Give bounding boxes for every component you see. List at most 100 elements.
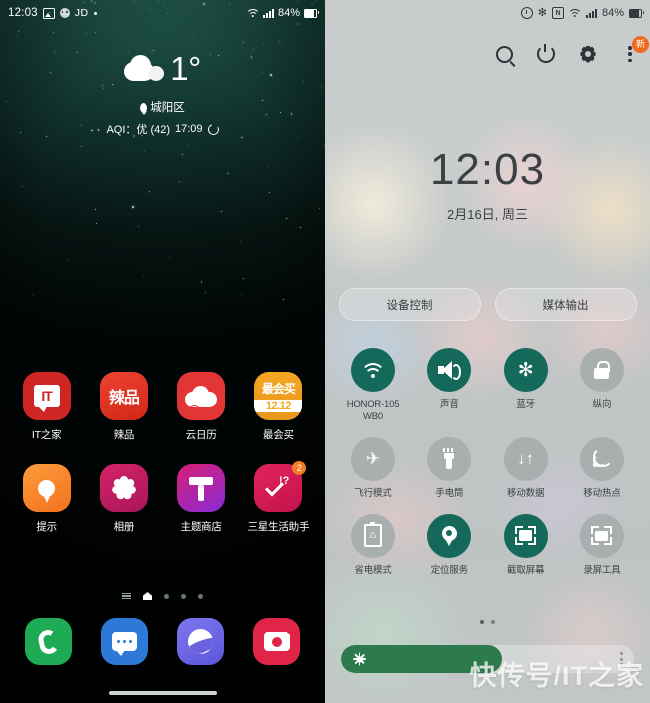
battery-percent-label: 84%	[601, 7, 624, 19]
wifi-tile-icon	[351, 348, 395, 392]
location-tile-icon	[427, 513, 472, 558]
app-label: 相册	[113, 521, 135, 533]
screen-recorder-tile-icon	[579, 513, 624, 558]
status-bar-right: 84%	[245, 7, 319, 19]
tile-row: HONOR-105 WB0 声音 ✻ 蓝牙 纵向	[339, 348, 636, 423]
navigation-handle[interactable]	[108, 691, 217, 695]
tile-portrait-lock[interactable]: 纵向	[568, 348, 636, 423]
tile-label: 录屏工具	[583, 564, 621, 576]
wifi-icon	[567, 8, 582, 18]
tile-label: HONOR-105 WB0	[339, 399, 407, 423]
cloud-calendar-icon	[177, 372, 226, 420]
watermark: 快传号/IT之家	[469, 661, 644, 691]
weather-temperature: 1°	[170, 49, 201, 87]
page-dot[interactable]	[181, 593, 186, 599]
dual-screenshot: 12:03 JD 84% 1° 城阳区 AQI：优 (42) 17:09 IT …	[0, 0, 650, 703]
weather-aqi-label: AQI：优 (42)	[106, 124, 171, 136]
more-options-icon	[628, 46, 632, 62]
app-tips[interactable]: 提示	[15, 464, 79, 534]
tile-label-line2: WB0	[363, 410, 383, 422]
new-badge: 新	[632, 36, 649, 53]
tile-screen-recorder[interactable]: 录屏工具	[568, 513, 636, 577]
app-theme-store[interactable]: 主题商店	[169, 464, 233, 534]
refresh-icon[interactable]	[205, 121, 221, 137]
app-cloud-calendar[interactable]: 云日历	[169, 372, 233, 442]
tile-sound[interactable]: 声音	[415, 348, 483, 423]
nfc-icon: N	[551, 7, 564, 19]
bluetooth-tile-icon: ✻	[503, 348, 548, 392]
quick-settings-tiles: HONOR-105 WB0 声音 ✻ 蓝牙 纵向 ✈ 飞行模式 手电筒 ↓↑ 移…	[325, 348, 650, 591]
page-dot[interactable]	[491, 620, 495, 624]
weather-aqi-row: AQI：优 (42) 17:09	[0, 121, 325, 137]
airplane-mode-tile-icon: ✈	[351, 436, 395, 481]
brightness-sun-icon	[353, 652, 366, 666]
status-bar-dot-icon	[93, 11, 97, 15]
tile-label: 手电筒	[435, 487, 464, 499]
zuihuimai-glyph: 最会买	[261, 382, 296, 396]
page-dot[interactable]	[198, 593, 203, 599]
tile-location[interactable]: 定位服务	[415, 513, 483, 577]
zuihuimai-sub: 12.12	[254, 400, 303, 412]
tile-label: 定位服务	[430, 564, 468, 576]
tile-label: 声音	[440, 399, 459, 410]
app-list-icon[interactable]	[122, 592, 131, 600]
face-icon	[59, 8, 70, 18]
signal-bars-icon	[262, 8, 274, 18]
app-zuihuimai[interactable]: 最会买 12.12 最会买	[246, 372, 310, 442]
page-dot[interactable]	[480, 620, 484, 624]
signal-bars-icon	[585, 8, 597, 18]
internet-browser-icon[interactable]	[177, 618, 225, 665]
page-dot[interactable]	[164, 593, 169, 599]
portrait-lock-tile-icon	[579, 348, 624, 392]
tile-label: 移动数据	[507, 487, 545, 499]
power-button[interactable]	[534, 42, 558, 66]
panel-clock[interactable]: 12:03 2月16日, 周三	[325, 148, 650, 223]
lapin-icon: 辣品	[99, 372, 148, 420]
app-label: 云日历	[185, 429, 217, 441]
quick-settings-panel: ✻ N 84% 新 12:03 2月16日, 周三 设备控制 媒体输出 HONO…	[325, 0, 650, 703]
app-label: 最会买	[262, 429, 294, 441]
app-row: IT IT之家 辣品 辣品 云日历 最会买 12.12 最会买	[0, 372, 325, 442]
battery-icon	[304, 8, 319, 18]
zuihuimai-icon: 最会买 12.12	[254, 372, 303, 420]
mobile-data-tile-icon: ↓↑	[503, 436, 548, 481]
search-button[interactable]	[492, 42, 516, 66]
app-row: 提示 相册 主题商店 2 !? 三星生活助手	[0, 461, 325, 534]
media-output-button[interactable]: 媒体输出	[494, 288, 637, 321]
home-status-bar: 12:03 JD 84%	[0, 0, 325, 26]
app-label: IT之家	[31, 429, 62, 441]
panel-pill-buttons: 设备控制 媒体输出	[325, 288, 650, 321]
settings-button[interactable]	[576, 42, 600, 66]
tile-wifi[interactable]: HONOR-105 WB0	[339, 348, 407, 423]
app-it-home[interactable]: IT IT之家	[15, 372, 79, 442]
tile-bluetooth[interactable]: ✻ 蓝牙	[492, 348, 560, 423]
tile-screenshot[interactable]: 截取屏幕	[492, 513, 560, 577]
tile-label: 省电模式	[354, 564, 392, 576]
tile-flashlight[interactable]: 手电筒	[415, 436, 483, 500]
app-label: 提示	[36, 521, 57, 533]
status-bar-clock: 12:03	[8, 7, 38, 19]
tile-power-saving[interactable]: ♺ 省电模式	[339, 513, 407, 577]
messages-icon[interactable]	[100, 618, 148, 665]
more-options-button[interactable]: 新	[618, 36, 649, 66]
home-page-icon[interactable]	[143, 592, 152, 600]
camera-icon[interactable]	[253, 618, 301, 665]
device-control-button[interactable]: 设备控制	[338, 288, 481, 321]
tile-hotspot[interactable]: 移动热点	[568, 436, 636, 500]
search-icon	[495, 45, 513, 63]
weather-widget[interactable]: 1° 城阳区 AQI：优 (42) 17:09	[0, 46, 325, 137]
battery-percent-label: 84%	[277, 7, 300, 19]
weather-location-label: 城阳区	[150, 102, 185, 114]
location-pin-icon	[140, 102, 148, 112]
tile-row: ♺ 省电模式 定位服务 截取屏幕 录屏工具	[339, 513, 636, 577]
app-lapin[interactable]: 辣品 辣品	[92, 372, 156, 442]
phone-icon[interactable]	[24, 618, 72, 665]
tile-airplane-mode[interactable]: ✈ 飞行模式	[339, 436, 407, 500]
screenshot-tile-icon	[503, 513, 548, 558]
tile-mobile-data[interactable]: ↓↑ 移动数据	[492, 436, 560, 500]
status-bar-app-tag: JD	[74, 7, 89, 19]
sound-tile-icon	[427, 348, 472, 392]
app-gallery[interactable]: 相册	[92, 464, 156, 534]
app-samsung-life-assistant[interactable]: 2 !? 三星生活助手	[246, 461, 310, 534]
cloud-icon	[124, 55, 166, 81]
